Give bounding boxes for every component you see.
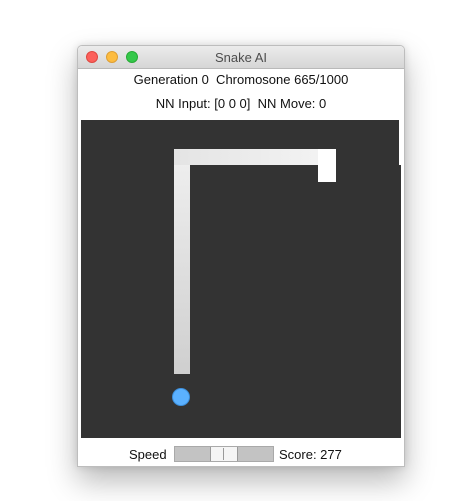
board-edge-gap: [399, 120, 401, 165]
window-title: Snake AI: [214, 50, 268, 65]
slider-grip: [223, 448, 224, 460]
nn-input-move-label: NN Input: [0 0 0] NN Move: 0: [155, 96, 327, 111]
score-label: Score: 277: [279, 447, 342, 462]
controls-bar: Speed Score: 277: [78, 443, 404, 463]
snake-body-vertical: [174, 149, 190, 374]
title-bar[interactable]: Snake AI: [78, 46, 404, 69]
game-board: [81, 120, 401, 438]
speed-label: Speed: [129, 447, 167, 462]
snake-body-horizontal: [174, 149, 336, 165]
speed-slider[interactable]: [174, 446, 274, 462]
food-dot: [172, 388, 190, 406]
speed-slider-thumb[interactable]: [210, 447, 238, 461]
snake-head: [318, 149, 336, 182]
snake-ai-window: Snake AI Generation 0 Chromosone 665/100…: [77, 45, 405, 467]
generation-chromosome-label: Generation 0 Chromosone 665/1000: [133, 72, 349, 87]
